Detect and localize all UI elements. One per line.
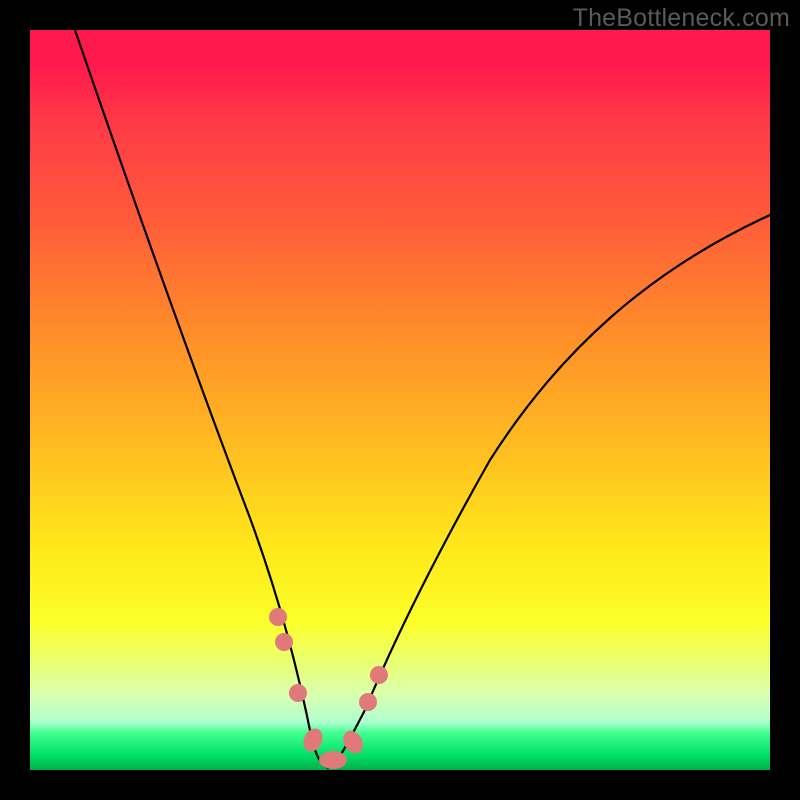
bottleneck-curve-right <box>328 215 770 768</box>
marker-dot <box>300 725 326 754</box>
marker-dot <box>359 693 377 711</box>
marker-dot <box>269 608 287 626</box>
marker-dot <box>319 751 347 769</box>
marker-dot <box>275 633 293 651</box>
bottleneck-curve-left <box>75 30 328 768</box>
chart-area <box>30 30 770 770</box>
marker-dot <box>289 684 307 702</box>
bottleneck-curve-svg <box>30 30 770 770</box>
watermark-text: TheBottleneck.com <box>573 4 790 33</box>
marker-dot <box>370 666 388 684</box>
